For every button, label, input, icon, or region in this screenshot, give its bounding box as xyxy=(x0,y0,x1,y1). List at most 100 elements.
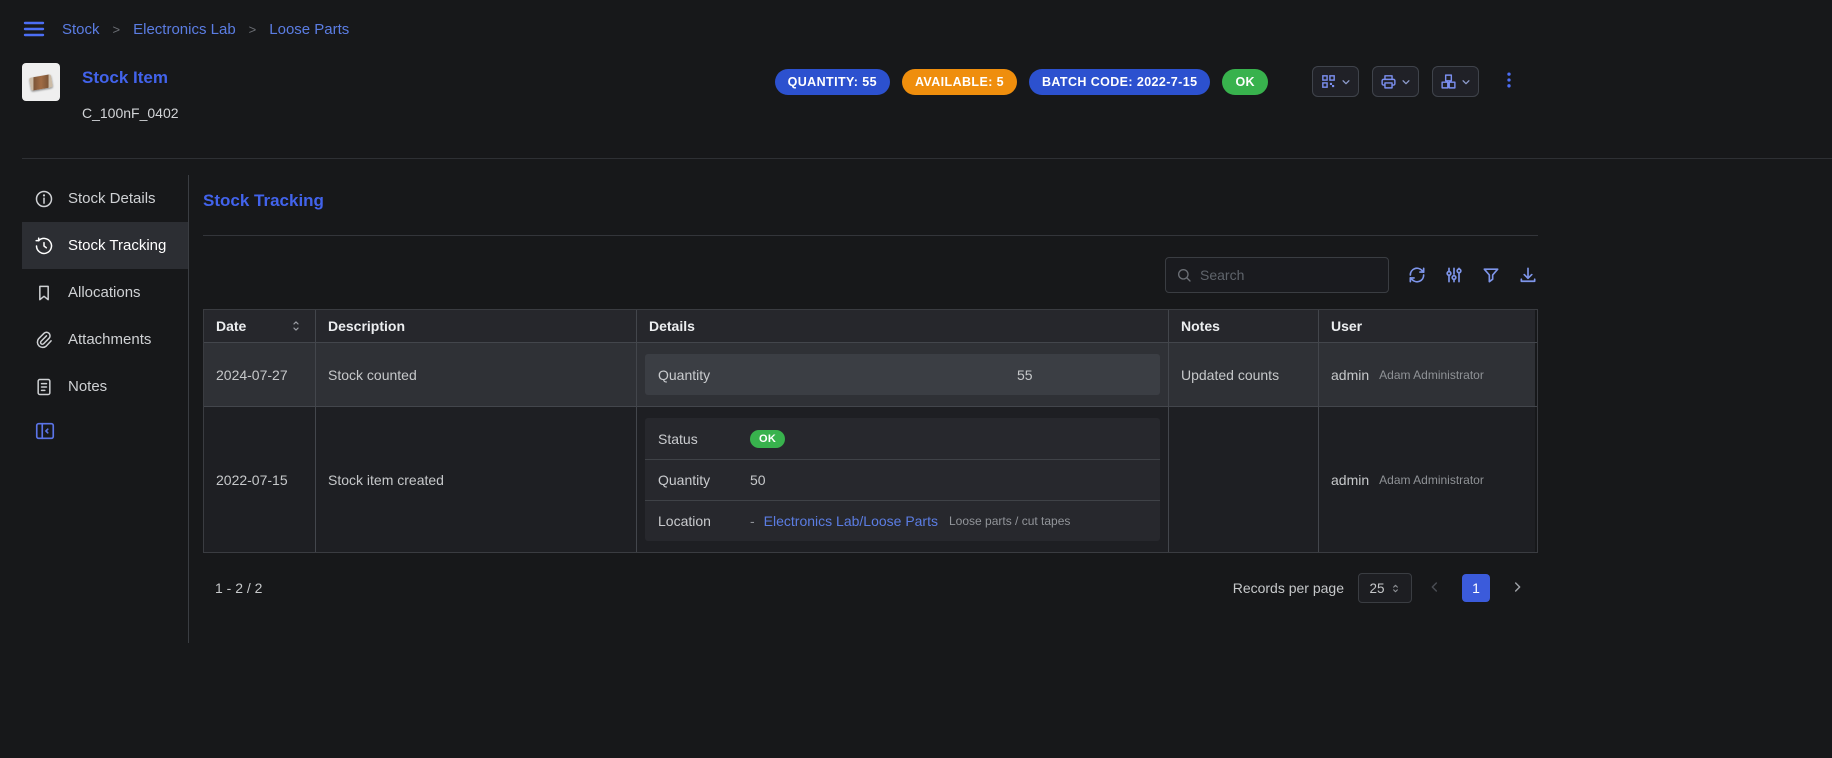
sidebar-item-allocations[interactable]: Allocations xyxy=(22,269,188,316)
app-window: Stock > Electronics Lab > Loose Parts St… xyxy=(0,0,1520,643)
status-ok-badge: OK xyxy=(750,430,785,448)
status-badges: QUANTITY: 55 AVAILABLE: 5 BATCH CODE: 20… xyxy=(775,69,1268,95)
table-header-row: Date Description Details Notes User xyxy=(204,310,1537,342)
search-input[interactable] xyxy=(1200,267,1378,283)
download-icon xyxy=(1518,265,1538,285)
page-body: Stock Details Stock Tracking Allocations… xyxy=(22,175,1520,643)
column-header-date[interactable]: Date xyxy=(204,310,316,342)
table-row: 2024-07-27 Stock counted Quantity 55 Upd… xyxy=(204,342,1537,406)
records-per-page-value: 25 xyxy=(1369,581,1384,596)
chevron-down-icon xyxy=(1461,77,1471,87)
breadcrumb-link-stock[interactable]: Stock xyxy=(62,21,100,38)
status-ok-badge: OK xyxy=(1222,69,1268,95)
cell-notes xyxy=(1169,407,1319,552)
sidebar: Stock Details Stock Tracking Allocations… xyxy=(22,175,189,643)
sidebar-collapse-icon xyxy=(34,420,56,445)
detail-label: Location xyxy=(658,513,750,529)
section-divider xyxy=(203,235,1538,236)
user-fullname: Adam Administrator xyxy=(1379,368,1484,382)
part-name: C_100nF_0402 xyxy=(82,105,179,121)
cell-user: admin Adam Administrator xyxy=(1319,407,1535,552)
next-page-button[interactable] xyxy=(1508,574,1526,602)
select-spinner-icon xyxy=(1390,583,1401,594)
boxes-icon xyxy=(1440,73,1457,90)
cell-details: Status OK Quantity 50 Location - Electro… xyxy=(637,407,1169,552)
quantity-badge: QUANTITY: 55 xyxy=(775,69,890,95)
dots-vertical-icon xyxy=(1499,70,1519,93)
sidebar-item-attachments[interactable]: Attachments xyxy=(22,316,188,363)
menu-icon[interactable] xyxy=(22,17,46,41)
more-actions-button[interactable] xyxy=(1498,69,1520,95)
location-link[interactable]: Electronics Lab/Loose Parts xyxy=(764,513,938,529)
sidebar-item-label: Notes xyxy=(68,378,107,395)
username: admin xyxy=(1331,367,1369,383)
breadcrumb-separator: > xyxy=(113,22,121,37)
filter-button[interactable] xyxy=(1481,265,1501,285)
info-circle-icon xyxy=(34,189,54,209)
title-block: Stock Item C_100nF_0402 xyxy=(82,60,179,121)
page-title: Stock Item xyxy=(82,68,179,88)
column-header-details: Details xyxy=(637,310,1169,342)
cell-date: 2024-07-27 xyxy=(204,343,316,406)
sidebar-item-label: Allocations xyxy=(68,284,141,301)
record-range: 1 - 2 / 2 xyxy=(215,580,262,596)
cell-notes: Updated counts xyxy=(1169,343,1319,406)
sidebar-item-stock-details[interactable]: Stock Details xyxy=(22,175,188,222)
detail-value: 55 xyxy=(903,367,1148,383)
records-per-page-label: Records per page xyxy=(1233,580,1344,596)
capacitor-image xyxy=(29,74,53,91)
detail-line-quantity: Quantity 55 xyxy=(645,354,1160,395)
location-dash: - xyxy=(750,513,755,529)
username: admin xyxy=(1331,472,1369,488)
sidebar-item-label: Stock Tracking xyxy=(68,237,166,254)
barcode-actions-button[interactable] xyxy=(1312,66,1359,97)
page-header: Stock Item C_100nF_0402 QUANTITY: 55 AVA… xyxy=(22,60,1520,140)
breadcrumb-link-loose-parts[interactable]: Loose Parts xyxy=(269,21,349,38)
notes-icon xyxy=(34,377,54,397)
toolbar-icons xyxy=(1407,265,1538,285)
records-per-page-select[interactable]: 25 xyxy=(1358,573,1412,603)
sidebar-item-label: Attachments xyxy=(68,331,151,348)
location-description: Loose parts / cut tapes xyxy=(949,514,1070,528)
printer-icon xyxy=(1380,73,1397,90)
pagination-controls: Records per page 25 1 xyxy=(1233,573,1526,603)
batch-code-badge: BATCH CODE: 2022-7-15 xyxy=(1029,69,1210,95)
sort-icon xyxy=(289,319,303,333)
detail-label: Status xyxy=(658,431,750,447)
print-actions-button[interactable] xyxy=(1372,66,1419,97)
sidebar-collapse-button[interactable] xyxy=(22,420,188,445)
download-button[interactable] xyxy=(1518,265,1538,285)
sliders-icon xyxy=(1444,265,1464,285)
stock-actions-button[interactable] xyxy=(1432,66,1479,97)
cell-user: admin Adam Administrator xyxy=(1319,343,1535,406)
refresh-icon xyxy=(1407,265,1427,285)
column-header-user: User xyxy=(1319,310,1535,342)
cell-description: Stock item created xyxy=(316,407,637,552)
header-actions xyxy=(1312,66,1520,97)
refresh-button[interactable] xyxy=(1407,265,1427,285)
qrcode-icon xyxy=(1320,73,1337,90)
header-divider xyxy=(22,158,1832,159)
sidebar-item-label: Stock Details xyxy=(68,190,156,207)
page-1-button[interactable]: 1 xyxy=(1462,574,1490,602)
search-box[interactable] xyxy=(1165,257,1389,293)
detail-line-status: Status OK xyxy=(645,418,1160,459)
stock-tracking-table: Date Description Details Notes User 2024… xyxy=(203,309,1538,553)
stock-item-thumbnail[interactable] xyxy=(22,63,60,101)
previous-page-button[interactable] xyxy=(1426,574,1444,602)
search-icon xyxy=(1176,267,1192,283)
paperclip-icon xyxy=(34,330,54,350)
breadcrumb: Stock > Electronics Lab > Loose Parts xyxy=(62,21,349,38)
main-panel: Stock Tracking xyxy=(189,175,1538,643)
sidebar-item-notes[interactable]: Notes xyxy=(22,363,188,410)
detail-value: 50 xyxy=(750,472,766,488)
detail-line-quantity: Quantity 50 xyxy=(645,459,1160,500)
filter-icon xyxy=(1481,265,1501,285)
table-settings-button[interactable] xyxy=(1444,265,1464,285)
user-fullname: Adam Administrator xyxy=(1379,473,1484,487)
bookmark-icon xyxy=(34,283,54,303)
detail-label: Quantity xyxy=(658,472,750,488)
breadcrumb-link-electronics-lab[interactable]: Electronics Lab xyxy=(133,21,236,38)
header-right: QUANTITY: 55 AVAILABLE: 5 BATCH CODE: 20… xyxy=(775,66,1520,97)
sidebar-item-stock-tracking[interactable]: Stock Tracking xyxy=(22,222,188,269)
